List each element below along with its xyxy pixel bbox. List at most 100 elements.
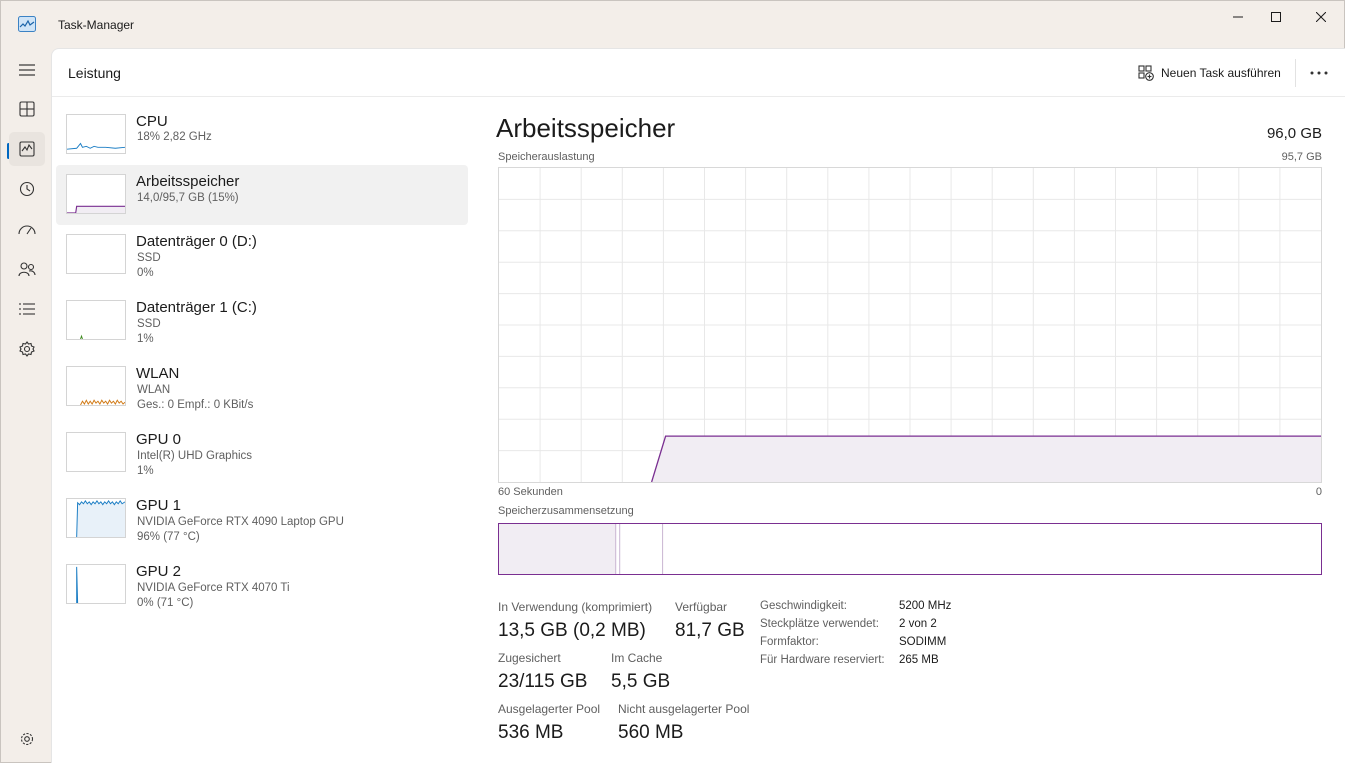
- speed-value: 5200 MHz: [899, 600, 952, 612]
- device-detail: NVIDIA GeForce RTX 4070 Ti: [137, 582, 290, 594]
- usage-graph-label: Speicherauslastung: [498, 151, 595, 163]
- device-name: GPU 1: [136, 497, 182, 514]
- device-detail: 0% (71 °C): [137, 597, 194, 609]
- memory-usage-graph: [498, 167, 1322, 483]
- device-detail: 18% 2,82 GHz: [137, 131, 212, 143]
- gpu2-thumbnail: [66, 564, 126, 604]
- device-memory[interactable]: Arbeitsspeicher 14,0/95,7 GB (15%): [56, 165, 468, 225]
- committed-value: 23/115 GB: [498, 671, 588, 692]
- cpu-thumbnail: [66, 114, 126, 154]
- device-gpu-1[interactable]: GPU 1 NVIDIA GeForce RTX 4090 Laptop GPU…: [56, 489, 468, 549]
- page-header: Leistung Neuen Task ausführen: [52, 49, 1345, 97]
- device-name: Datenträger 0 (D:): [136, 233, 257, 250]
- device-detail: NVIDIA GeForce RTX 4090 Laptop GPU: [137, 516, 344, 528]
- settings-icon: [20, 732, 34, 746]
- gpu0-thumbnail: [66, 432, 126, 472]
- device-cpu[interactable]: CPU 18% 2,82 GHz: [56, 105, 468, 165]
- device-detail: SSD: [137, 318, 161, 330]
- device-detail: 96% (77 °C): [137, 531, 200, 543]
- available-label: Verfügbar: [675, 600, 728, 614]
- memory-composition-bar: [498, 523, 1322, 575]
- nav-app-history[interactable]: [9, 172, 45, 206]
- graph-time-right: 0: [1315, 486, 1322, 498]
- users-icon: [18, 262, 36, 277]
- performance-icon: [19, 141, 35, 157]
- device-wlan[interactable]: WLAN WLAN Ges.: 0 Empf.: 0 KBit/s: [56, 357, 468, 417]
- committed-label: Zugesichert: [498, 651, 561, 665]
- details-icon: [19, 303, 35, 315]
- task-manager-app-icon: [18, 16, 36, 32]
- memory-total: 96,0 GB: [1266, 125, 1322, 142]
- close-button[interactable]: [1298, 1, 1344, 33]
- nav-menu-button[interactable]: [9, 53, 45, 87]
- speed-label: Geschwindigkeit:: [760, 600, 847, 612]
- device-name: Datenträger 1 (C:): [136, 299, 257, 316]
- composition-label: Speicherzusammensetzung: [498, 505, 634, 517]
- page-title: Leistung: [68, 65, 121, 81]
- run-task-label: Neuen Task ausführen: [1161, 66, 1281, 80]
- nav-processes[interactable]: [9, 92, 45, 126]
- close-icon: [1316, 12, 1326, 22]
- nav-settings[interactable]: [9, 722, 45, 756]
- detail-title: Arbeitsspeicher: [496, 113, 676, 143]
- nav-details[interactable]: [9, 292, 45, 326]
- wlan-thumbnail: [66, 366, 126, 406]
- device-detail: 1%: [137, 333, 154, 345]
- more-icon: [1310, 71, 1328, 75]
- device-detail: 14,0/95,7 GB (15%): [137, 192, 239, 204]
- app-history-icon: [19, 181, 35, 197]
- processes-icon: [19, 101, 35, 117]
- reserved-value: 265 MB: [899, 654, 939, 666]
- memory-thumbnail: [66, 174, 126, 214]
- main-content: Leistung Neuen Task ausführen CPU 18% 2,…: [51, 48, 1345, 763]
- nav-users[interactable]: [9, 252, 45, 286]
- device-name: CPU: [136, 113, 168, 130]
- form-factor-label: Formfaktor:: [760, 636, 819, 648]
- run-new-task-button[interactable]: Neuen Task ausführen: [1132, 59, 1287, 87]
- in-use-value: 13,5 GB (0,2 MB): [498, 620, 646, 641]
- run-task-icon: [1138, 65, 1154, 81]
- device-name: GPU 0: [136, 431, 182, 448]
- startup-apps-icon: [18, 225, 36, 235]
- graph-time-left: 60 Sekunden: [498, 486, 563, 498]
- device-detail: 0%: [137, 267, 154, 279]
- menu-icon: [19, 64, 35, 76]
- more-options-button[interactable]: [1304, 59, 1334, 87]
- nav-performance[interactable]: [9, 132, 45, 166]
- device-detail: Intel(R) UHD Graphics: [137, 450, 253, 462]
- in-use-label: In Verwendung (komprimiert): [498, 600, 653, 614]
- form-factor-value: SODIMM: [899, 636, 947, 648]
- slots-value: 2 von 2: [899, 618, 937, 630]
- disk1-thumbnail: [66, 300, 126, 340]
- window-title: Task-Manager: [58, 18, 135, 32]
- device-detail: SSD: [137, 252, 161, 264]
- minimize-icon: [1233, 16, 1243, 18]
- paged-pool-value: 536 MB: [498, 722, 564, 743]
- composition-in-use: [499, 524, 616, 574]
- maximize-button[interactable]: [1253, 1, 1299, 33]
- nonpaged-pool-label: Nicht ausgelagerter Pool: [618, 702, 750, 716]
- device-disk-0[interactable]: Datenträger 0 (D:) SSD 0%: [56, 225, 468, 285]
- disk0-thumbnail: [66, 234, 126, 274]
- task-manager-window: Task-Manager Leistung Neuen Task ausführ…: [0, 0, 1345, 763]
- services-icon: [19, 341, 35, 357]
- device-disk-1[interactable]: Datenträger 1 (C:) SSD 1%: [56, 291, 468, 351]
- paged-pool-label: Ausgelagerter Pool: [498, 702, 601, 716]
- cached-value: 5,5 GB: [611, 671, 671, 692]
- device-detail: Ges.: 0 Empf.: 0 KBit/s: [137, 399, 254, 411]
- title-bar: Task-Manager: [1, 1, 1345, 48]
- cached-label: Im Cache: [611, 651, 663, 665]
- nonpaged-pool-value: 560 MB: [618, 722, 684, 743]
- nav-startup-apps[interactable]: [9, 212, 45, 246]
- usage-graph-max: 95,7 GB: [1281, 151, 1322, 163]
- gpu1-thumbnail: [66, 498, 126, 538]
- maximize-icon: [1271, 12, 1281, 22]
- available-value: 81,7 GB: [675, 620, 745, 641]
- device-name: GPU 2: [136, 563, 182, 580]
- nav-services[interactable]: [9, 332, 45, 366]
- device-name: Arbeitsspeicher: [136, 173, 240, 190]
- device-gpu-2[interactable]: GPU 2 NVIDIA GeForce RTX 4070 Ti 0% (71 …: [56, 555, 468, 615]
- reserved-label: Für Hardware reserviert:: [760, 654, 885, 666]
- device-gpu-0[interactable]: GPU 0 Intel(R) UHD Graphics 1%: [56, 423, 468, 483]
- slots-label: Steckplätze verwendet:: [760, 618, 879, 630]
